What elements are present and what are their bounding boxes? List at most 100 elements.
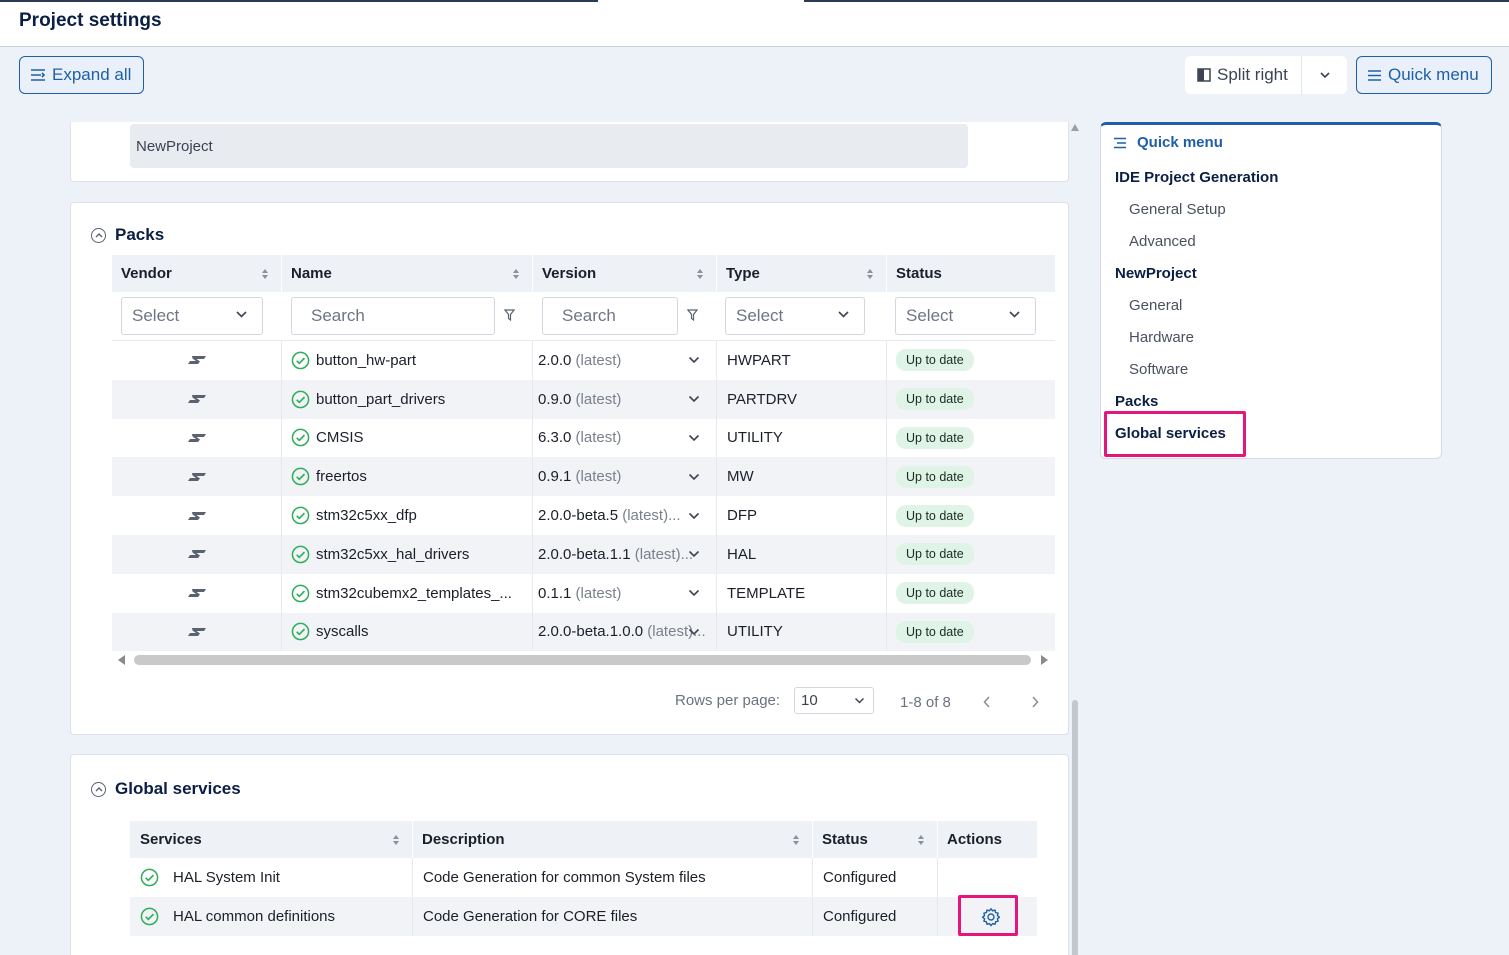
latest-tag: (latest) (575, 390, 622, 408)
chevron-down-icon (688, 434, 700, 442)
latest-tag: (latest) (575, 429, 622, 447)
status-badge: Up to date (896, 388, 974, 411)
table-row: HAL common definitions Code Generation f… (130, 897, 1037, 936)
version-select[interactable]: 2.0.0-beta.1.1 (latest)... (533, 535, 717, 574)
chevron-down-icon (688, 590, 700, 597)
vertical-scrollbar[interactable] (1071, 122, 1079, 955)
check-circle-icon (291, 467, 310, 486)
name-search-input[interactable]: Search (291, 297, 495, 335)
table-row[interactable]: stm32c5xx_dfp 2.0.0-beta.5 (latest)... DFP… (112, 496, 1055, 535)
check-circle-icon (291, 429, 310, 447)
quick-menu-button[interactable]: Quick menu (1356, 56, 1492, 94)
chevron-down-icon (688, 396, 700, 403)
status-badge: Up to date (896, 426, 974, 449)
col-name[interactable]: Name (282, 255, 533, 292)
packs-card: Packs Vendor Name Version Type Status Se… (70, 202, 1069, 735)
global-services-table: Services Description Status Actions HAL … (130, 821, 1037, 936)
col-service-status[interactable]: Status (813, 821, 938, 858)
quick-menu-label: Quick menu (1388, 65, 1479, 84)
quick-menu-item[interactable]: Global services (1115, 425, 1226, 442)
global-services-section-header[interactable]: Global services (91, 779, 241, 799)
configure-service-button[interactable] (975, 905, 1007, 929)
title-bar: Project settings (0, 0, 1509, 47)
scrollbar-thumb[interactable] (134, 655, 1031, 665)
col-description[interactable]: Description (413, 821, 813, 858)
vendor-filter-select[interactable]: Select (121, 297, 263, 335)
version-select[interactable]: 0.9.0 (latest) (533, 379, 717, 419)
expand-all-button[interactable]: Expand all (19, 56, 144, 94)
chevron-down-icon (688, 551, 700, 558)
col-status[interactable]: Status (887, 255, 1055, 292)
sort-icon (867, 268, 873, 279)
quick-menu-item[interactable]: General Setup (1129, 201, 1226, 218)
previous-page-icon[interactable] (983, 696, 991, 708)
expand-all-label: Expand all (52, 65, 132, 84)
project-name-field[interactable]: NewProject (130, 124, 968, 168)
check-circle-icon (140, 868, 159, 887)
table-row[interactable]: stm32cubemx2_templates_... 0.1.1 (latest)… (112, 573, 1055, 613)
pack-name: button_hw-part (316, 351, 417, 369)
next-page-icon[interactable] (1031, 696, 1039, 708)
version-select[interactable]: 2.0.0-beta.5 (latest)... (533, 496, 717, 535)
quick-menu-item[interactable]: Hardware (1129, 329, 1194, 346)
col-vendor[interactable]: Vendor (112, 255, 282, 292)
pack-name: freertos (316, 468, 367, 486)
horizontal-scrollbar[interactable] (112, 655, 1054, 665)
chevron-down-icon (688, 628, 700, 636)
version-select[interactable]: 6.3.0 (latest) (533, 418, 717, 458)
sort-icon (513, 268, 519, 279)
service-status: Configured (813, 897, 938, 936)
table-row[interactable]: CMSIS 6.3.0 (latest) UTILITY Up to date (112, 418, 1055, 458)
packs-section-header[interactable]: Packs (91, 225, 164, 245)
quick-menu-item[interactable]: General (1129, 297, 1182, 314)
col-version[interactable]: Version (533, 255, 717, 292)
table-row[interactable]: button_hw-part 2.0.0 (latest) HWPART Up to … (112, 341, 1055, 380)
sort-icon (793, 834, 799, 845)
version-select[interactable]: 0.1.1 (latest) (533, 573, 717, 613)
pack-type: HWPART (717, 341, 887, 380)
pack-type: PARTDRV (717, 379, 887, 419)
quick-menu-item[interactable]: Packs (1115, 393, 1158, 410)
quick-menu-item[interactable]: Advanced (1129, 233, 1196, 250)
pack-version: 6.3.0 (538, 429, 572, 447)
split-dropdown-button[interactable] (1302, 56, 1347, 94)
sort-icon (262, 268, 268, 279)
version-select[interactable]: 2.0.0 (latest) (533, 341, 717, 380)
split-right-button[interactable]: Split right (1185, 56, 1302, 94)
scroll-up-icon (1071, 124, 1079, 131)
filter-icon[interactable] (687, 309, 698, 321)
check-circle-icon (291, 390, 310, 409)
split-view-icon (1197, 68, 1211, 82)
check-circle-icon (291, 351, 310, 370)
status-filter-select[interactable]: Select (895, 297, 1036, 335)
scrollbar-thumb[interactable] (1072, 700, 1078, 955)
table-row[interactable]: button_part_drivers 0.9.0 (latest) PARTDRV… (112, 379, 1055, 419)
type-filter-select[interactable]: Select (725, 297, 865, 335)
page-title: Project settings (19, 10, 162, 31)
table-row[interactable]: syscalls 2.0.0-beta.1.0.0 (latest)... UTIL… (112, 612, 1055, 652)
st-logo-icon (187, 550, 206, 559)
version-select[interactable]: 2.0.0-beta.1.0.0 (latest)... (533, 612, 717, 652)
latest-tag: (latest) (575, 468, 622, 486)
filter-icon[interactable] (504, 309, 515, 321)
global-services-card: Global services Services Description Sta… (70, 754, 1069, 955)
quick-menu-title: Quick menu (1137, 134, 1223, 151)
check-circle-icon (291, 506, 310, 525)
col-type[interactable]: Type (717, 255, 887, 292)
latest-tag: (latest) (575, 351, 622, 369)
col-services[interactable]: Services (130, 821, 413, 858)
rows-per-page-select[interactable]: 10 (794, 687, 874, 714)
pack-type: DFP (717, 496, 887, 535)
pack-name: syscalls (316, 623, 369, 641)
version-search-input[interactable]: Search (542, 297, 678, 335)
quick-menu-item[interactable]: NewProject (1115, 265, 1197, 282)
chevron-down-icon (1009, 311, 1020, 318)
table-row[interactable]: stm32c5xx_hal_drivers 2.0.0-beta.1.1 (lat… (112, 535, 1055, 574)
chevron-down-icon (688, 473, 700, 480)
pack-version: 2.0.0-beta.1.0.0 (538, 623, 644, 641)
chevron-down-icon (236, 311, 247, 318)
table-row[interactable]: freertos 0.9.1 (latest) MW Up to date (112, 457, 1055, 497)
quick-menu-item[interactable]: Software (1129, 361, 1188, 378)
version-select[interactable]: 0.9.1 (latest) (533, 457, 717, 497)
quick-menu-item[interactable]: IDE Project Generation (1115, 169, 1278, 186)
